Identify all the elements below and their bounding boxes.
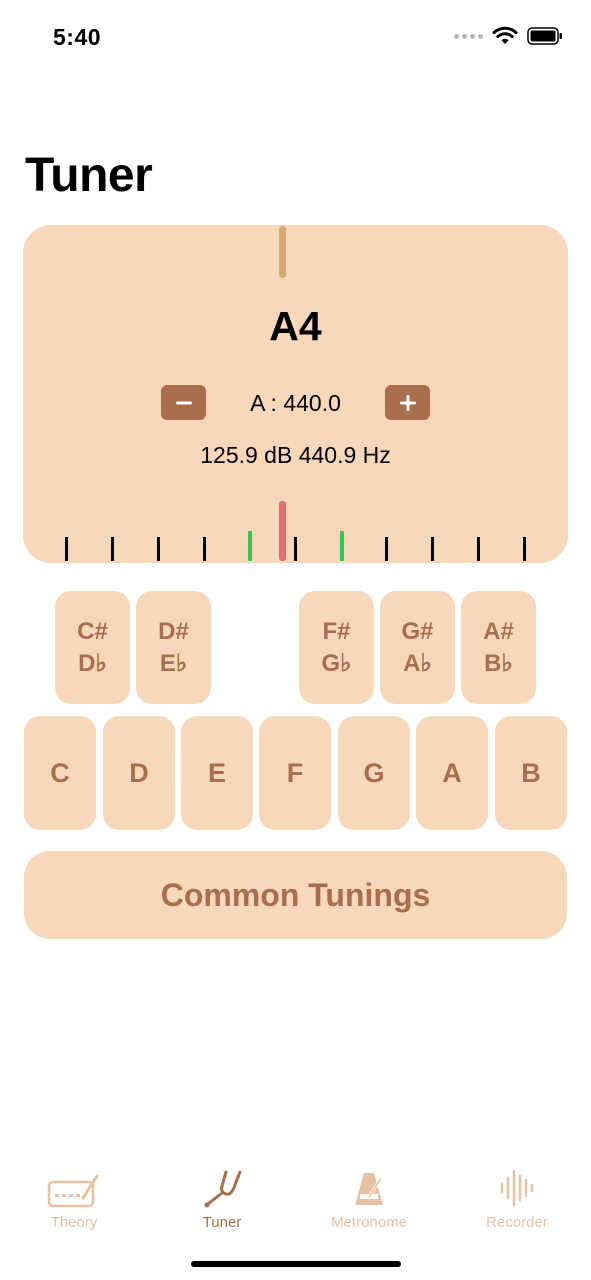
key-label: A♭ bbox=[403, 649, 432, 677]
key-label: E bbox=[207, 757, 226, 788]
scale-tick bbox=[111, 537, 114, 561]
key-label: A# bbox=[483, 617, 514, 645]
keyboard-icon bbox=[47, 1174, 99, 1208]
scale-tick bbox=[157, 537, 160, 561]
key-label: E♭ bbox=[159, 649, 188, 677]
status-time: 5:40 bbox=[53, 24, 102, 50]
key-g[interactable]: G bbox=[338, 716, 410, 830]
scale-tick bbox=[294, 537, 297, 561]
wifi-icon bbox=[492, 26, 518, 44]
key-label: G♭ bbox=[321, 649, 352, 677]
scale-tick bbox=[477, 537, 480, 561]
cents-scale bbox=[65, 501, 526, 561]
tab-recorder[interactable]: Recorder bbox=[457, 1162, 577, 1231]
key-label: D# bbox=[158, 617, 189, 645]
tab-metronome[interactable]: Metronome bbox=[309, 1162, 429, 1231]
tab-label: Recorder bbox=[486, 1214, 548, 1231]
key-label: G# bbox=[401, 617, 434, 645]
in-tune-mark-left bbox=[248, 531, 252, 561]
page-title: Tuner bbox=[25, 149, 153, 202]
home-indicator bbox=[191, 1261, 401, 1267]
key-label: F bbox=[286, 757, 304, 788]
key-label: C# bbox=[77, 617, 108, 645]
key-c-sharp[interactable]: C# D♭ bbox=[55, 591, 130, 704]
level-frequency-readout: 125.9 dB 440.9 Hz bbox=[200, 442, 391, 468]
metronome-icon bbox=[355, 1173, 383, 1205]
tuner-display: A4 A : 440.0 125.9 dB 440.9 Hz bbox=[23, 225, 568, 563]
scale-tick bbox=[523, 537, 526, 561]
key-label: G bbox=[363, 757, 385, 788]
in-tune-mark-right bbox=[340, 531, 344, 561]
tab-label: Metronome bbox=[331, 1214, 407, 1231]
target-indicator bbox=[279, 226, 286, 278]
key-label: D♭ bbox=[78, 649, 107, 677]
key-b[interactable]: B bbox=[495, 716, 567, 830]
waveform-icon bbox=[500, 1169, 534, 1207]
tab-label: Tuner bbox=[202, 1214, 242, 1231]
scale-tick bbox=[385, 537, 388, 561]
scale-tick bbox=[65, 537, 68, 561]
tab-tuner[interactable]: Tuner bbox=[162, 1162, 282, 1231]
key-d-sharp[interactable]: D# E♭ bbox=[136, 591, 211, 704]
key-a-sharp[interactable]: A# B♭ bbox=[461, 591, 536, 704]
key-label: D bbox=[129, 757, 149, 788]
key-label: C bbox=[50, 757, 70, 788]
key-c[interactable]: C bbox=[24, 716, 96, 830]
tab-theory[interactable]: Theory bbox=[14, 1162, 134, 1231]
plus-icon bbox=[399, 394, 416, 411]
key-label: B♭ bbox=[484, 649, 513, 677]
increase-reference-button[interactable] bbox=[385, 385, 430, 420]
key-e[interactable]: E bbox=[181, 716, 253, 830]
signal-dots-icon bbox=[454, 33, 483, 39]
key-g-sharp[interactable]: G# A♭ bbox=[380, 591, 455, 704]
key-label: A bbox=[442, 757, 462, 788]
key-label: F# bbox=[322, 617, 351, 645]
key-f-sharp[interactable]: F# G♭ bbox=[299, 591, 374, 704]
scale-tick bbox=[431, 537, 434, 561]
tuning-fork-icon bbox=[204, 1170, 242, 1208]
status-bar: 5:40 bbox=[0, 0, 591, 76]
tab-label: Theory bbox=[50, 1214, 98, 1231]
key-label: B bbox=[521, 757, 541, 788]
scale-tick bbox=[203, 537, 206, 561]
detected-note: A4 bbox=[269, 303, 322, 349]
key-d[interactable]: D bbox=[103, 716, 175, 830]
pitch-needle bbox=[279, 501, 286, 561]
battery-icon bbox=[527, 27, 562, 45]
reference-pitch: A : 440.0 bbox=[250, 390, 341, 416]
key-f[interactable]: F bbox=[259, 716, 331, 830]
key-a[interactable]: A bbox=[416, 716, 488, 830]
common-tunings-button[interactable]: Common Tunings bbox=[24, 851, 567, 939]
